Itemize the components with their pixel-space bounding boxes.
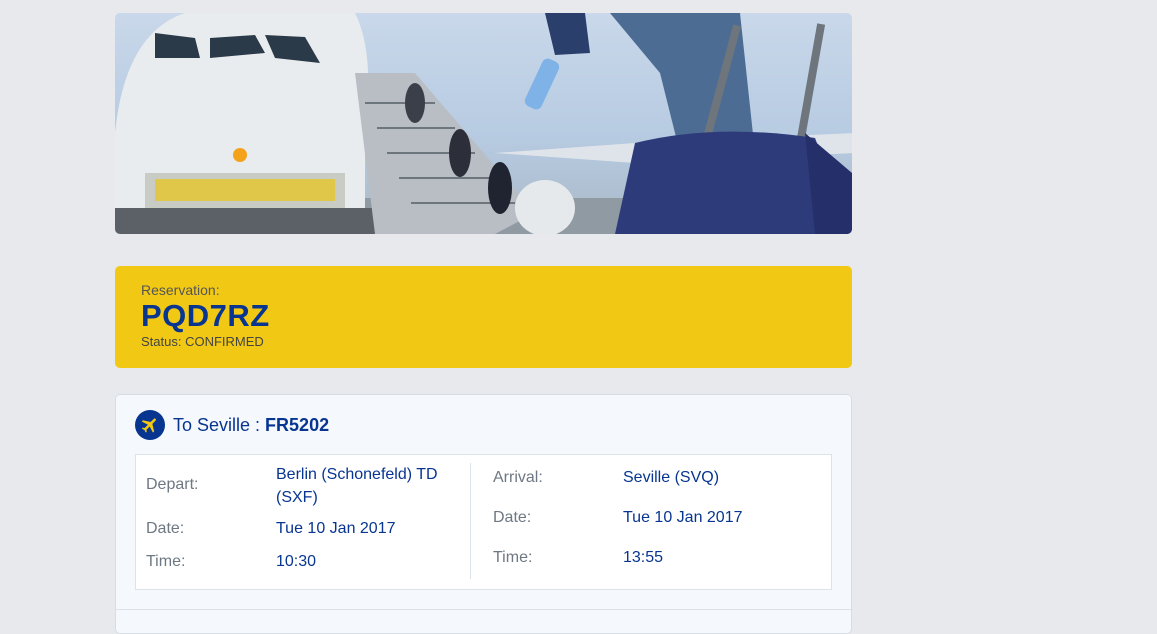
depart-value: Berlin (Schonefeld) TD (SXF) bbox=[276, 463, 438, 509]
airport-boarding-photo bbox=[115, 13, 852, 234]
flight-details: Depart: Berlin (Schonefeld) TD (SXF) Dat… bbox=[135, 454, 832, 590]
reservation-code: PQD7RZ bbox=[141, 298, 270, 333]
hero-image bbox=[115, 13, 852, 234]
arrival-label: Arrival: bbox=[493, 469, 543, 486]
depart-label: Depart: bbox=[146, 476, 199, 493]
plane-icon bbox=[135, 410, 165, 440]
arrival-time-label: Time: bbox=[493, 549, 533, 566]
arrival-value: Seville (SVQ) bbox=[623, 469, 720, 486]
depart-value-line2: (SXF) bbox=[276, 489, 318, 506]
depart-date: Tue 10 Jan 2017 bbox=[276, 520, 396, 537]
depart-value-line1: Berlin (Schonefeld) TD bbox=[276, 466, 438, 483]
reservation-status: Status: CONFIRMED bbox=[141, 334, 264, 349]
depart-time-label: Time: bbox=[146, 553, 186, 570]
flight-number: FR5202 bbox=[265, 414, 330, 435]
depart-date-label: Date: bbox=[146, 520, 185, 537]
flight-card: To Seville : FR5202 Depart: Berlin (Scho… bbox=[115, 394, 852, 634]
reservation-label: Reservation: bbox=[141, 282, 220, 298]
flight-card-header: To Seville : FR5202 bbox=[135, 409, 329, 441]
arrival-date: Tue 10 Jan 2017 bbox=[623, 509, 743, 526]
arrival-date-label: Date: bbox=[493, 509, 532, 526]
details-divider bbox=[470, 463, 471, 579]
arrival-time: 13:55 bbox=[623, 549, 664, 566]
reservation-panel: Reservation: PQD7RZ Status: CONFIRMED bbox=[115, 266, 852, 368]
card-section-divider bbox=[116, 609, 851, 610]
flight-title: To Seville : FR5202 bbox=[173, 415, 329, 436]
flight-title-prefix: To Seville : bbox=[173, 414, 266, 435]
depart-time: 10:30 bbox=[276, 553, 317, 570]
